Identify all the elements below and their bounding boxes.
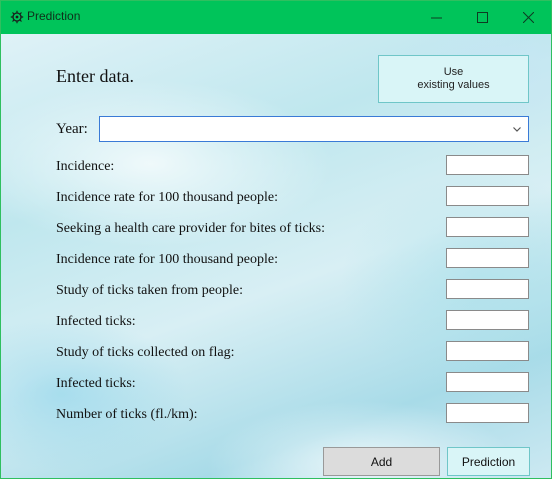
use-existing-values-button[interactable]: Use existing values [378, 55, 529, 103]
incidence-rate-2-input[interactable] [446, 248, 529, 268]
year-dropdown[interactable] [99, 116, 529, 142]
prediction-window: Prediction Enter data. Use existing valu… [0, 0, 552, 479]
ticks-on-flag-label: Study of ticks collected on flag: [56, 345, 235, 360]
add-button[interactable]: Add [323, 447, 440, 476]
infected-ticks-input[interactable] [446, 310, 529, 330]
incidence-rate-2-label: Incidence rate for 100 thousand people: [56, 252, 278, 267]
seeking-care-label: Seeking a health care provider for bites… [56, 221, 326, 236]
maximize-icon [476, 12, 488, 23]
infected-ticks-2-input[interactable] [446, 372, 529, 392]
use-existing-line1: Use [443, 66, 464, 78]
year-label: Year: [56, 121, 88, 137]
maximize-button[interactable] [459, 1, 505, 34]
use-existing-line2: existing values [417, 79, 490, 91]
incidence-label: Incidence: [56, 159, 115, 174]
incidence-rate-label: Incidence rate for 100 thousand people: [56, 190, 278, 205]
infected-ticks-label: Infected ticks: [56, 314, 136, 329]
page-title: Enter data. [56, 66, 134, 86]
title-bar[interactable]: Prediction [1, 1, 551, 34]
minimize-button[interactable] [413, 1, 459, 34]
gear-bug-icon [10, 10, 24, 24]
number-of-ticks-label: Number of ticks (fl./km): [56, 407, 198, 422]
number-of-ticks-input[interactable] [446, 403, 529, 423]
incidence-input[interactable] [446, 155, 529, 175]
prediction-button[interactable]: Prediction [447, 447, 530, 476]
incidence-rate-input[interactable] [446, 186, 529, 206]
close-icon [522, 12, 534, 23]
infected-ticks-2-label: Infected ticks: [56, 376, 136, 391]
window-title: Prediction [27, 9, 81, 23]
form-area: Enter data. Use existing values Year: In… [1, 34, 551, 478]
ticks-from-people-input[interactable] [446, 279, 529, 299]
ticks-on-flag-input[interactable] [446, 341, 529, 361]
ticks-from-people-label: Study of ticks taken from people: [56, 283, 244, 298]
chevron-down-icon [513, 127, 521, 132]
minimize-icon [430, 17, 442, 19]
close-button[interactable] [505, 1, 551, 34]
seeking-care-input[interactable] [446, 217, 529, 237]
